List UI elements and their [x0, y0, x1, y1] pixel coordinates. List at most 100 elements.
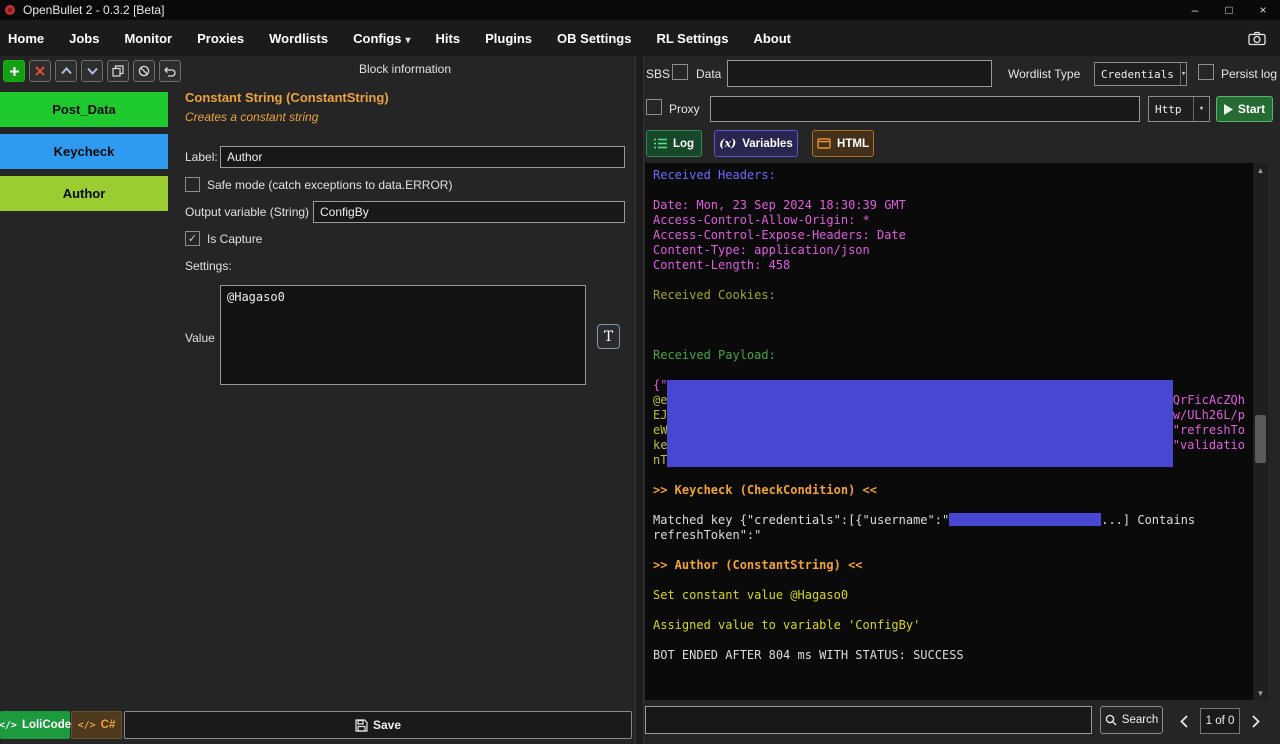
play-icon	[1224, 104, 1233, 115]
debug-log: Received Headers: Date: Mon, 23 Sep 2024…	[645, 163, 1253, 700]
log-scrollbar[interactable]: ▲ ▼	[1253, 163, 1268, 700]
output-variable-caption: Output variable (String)	[185, 205, 309, 219]
minimize-button[interactable]: –	[1178, 0, 1212, 20]
log-tab-button[interactable]: Log	[646, 130, 702, 157]
proxy-type-value: Http	[1149, 103, 1193, 116]
menu-item-rl-settings[interactable]: RL Settings	[656, 31, 728, 46]
is-capture-checkbox[interactable]: ✓	[185, 231, 200, 246]
wordlist-type-dropdown[interactable]: Credentials ▾	[1094, 62, 1187, 86]
debugger-panel: SBS Data Wordlist Type Credentials ▾ Per…	[644, 56, 1280, 744]
log-line: Received Cookies:	[653, 288, 1245, 303]
save-button[interactable]: Save	[124, 711, 632, 739]
match-counter: 1 of 0	[1200, 708, 1240, 734]
log-line	[653, 633, 1245, 648]
stacker-panel: Block information Post_DataKeycheckAutho…	[0, 56, 635, 744]
log-line: >> Author (ConstantString) <<	[653, 558, 1245, 573]
log-line	[653, 603, 1245, 618]
lolicode-button[interactable]: </> LoliCode	[0, 711, 70, 739]
proxy-input[interactable]	[710, 96, 1140, 122]
block-item-author[interactable]: Author	[0, 176, 168, 211]
maximize-button[interactable]: □	[1212, 0, 1246, 20]
start-label: Start	[1238, 102, 1265, 116]
block-item-keycheck[interactable]: Keycheck	[0, 134, 168, 169]
code-icon: </>	[0, 720, 17, 731]
log-line	[653, 573, 1245, 588]
stacker-toolbar	[3, 60, 185, 82]
persist-log-label: Persist log	[1221, 67, 1277, 81]
chevron-down-icon: ▾	[406, 35, 411, 46]
menu-item-proxies[interactable]: Proxies	[197, 31, 244, 46]
add-block-button[interactable]	[3, 60, 25, 82]
browser-window-icon	[817, 138, 831, 149]
text-mode-button[interactable]: T	[597, 324, 620, 349]
block-item-post_data[interactable]: Post_Data	[0, 92, 168, 127]
sbs-label: SBS	[646, 67, 670, 81]
screenshot-camera-icon[interactable]	[1246, 28, 1268, 48]
log-line	[653, 543, 1245, 558]
clone-block-icon[interactable]	[107, 60, 129, 82]
value-caption: Value	[185, 331, 215, 345]
output-variable-input[interactable]	[313, 201, 625, 223]
persist-log-checkbox[interactable]	[1198, 64, 1214, 80]
csharp-button[interactable]: </> C#	[71, 711, 122, 739]
close-button[interactable]: ×	[1246, 0, 1280, 20]
block-type-description: Creates a constant string	[185, 110, 318, 124]
variables-tab-button[interactable]: (x) Variables	[714, 130, 798, 157]
panel-splitter[interactable]	[635, 56, 644, 744]
scroll-up-icon[interactable]: ▲	[1253, 163, 1268, 177]
label-input[interactable]	[220, 146, 625, 168]
menu-items: Home Jobs Monitor Proxies Wordlists Configs▾ H…	[0, 31, 791, 46]
undo-icon[interactable]	[159, 60, 181, 82]
data-input[interactable]	[727, 60, 992, 87]
log-line	[653, 498, 1245, 513]
value-textarea[interactable]: @Hagaso0	[220, 285, 586, 385]
menu-item-configs[interactable]: Configs▾	[353, 31, 410, 46]
delete-block-button[interactable]	[29, 60, 51, 82]
start-button[interactable]: Start	[1216, 96, 1273, 122]
log-line: Received Headers:	[653, 168, 1245, 183]
chevron-left-icon	[1180, 715, 1188, 728]
sbs-checkbox[interactable]	[672, 64, 688, 80]
chevron-down-icon: ▾	[1193, 97, 1209, 121]
menu-item-home[interactable]: Home	[8, 31, 44, 46]
previous-match-button[interactable]	[1172, 708, 1196, 734]
move-down-icon[interactable]	[81, 60, 103, 82]
disable-block-icon[interactable]	[133, 60, 155, 82]
menu-item-hits[interactable]: Hits	[436, 31, 461, 46]
menu-item-ob-settings[interactable]: OB Settings	[557, 31, 631, 46]
openbullet-window: OpenBullet 2 - 0.3.2 [Beta] – □ × HomeJo…	[0, 0, 1280, 744]
scrollbar-thumb[interactable]	[1255, 415, 1266, 463]
chevron-down-icon: ▾	[1180, 63, 1186, 85]
menu-item-wordlists[interactable]: Wordlists	[269, 31, 328, 46]
log-line: Content-Type: application/json	[653, 243, 1245, 258]
log-line	[653, 363, 1245, 378]
log-line: >> Keycheck (CheckCondition) <<	[653, 483, 1245, 498]
log-line: refreshToken":"	[653, 528, 1245, 543]
safe-mode-checkbox[interactable]	[185, 177, 200, 192]
variables-icon: (x)	[719, 137, 736, 150]
log-line	[653, 273, 1245, 288]
next-match-button[interactable]	[1244, 708, 1268, 734]
log-line: Date: Mon, 23 Sep 2024 18:30:39 GMT	[653, 198, 1245, 213]
log-line	[653, 303, 1245, 318]
wordlist-type-label: Wordlist Type	[1008, 67, 1080, 81]
html-tab-button[interactable]: HTML	[812, 130, 874, 157]
menu-item-jobs[interactable]: Jobs	[69, 31, 99, 46]
wordlist-type-value: Credentials	[1095, 68, 1180, 81]
menu-item-monitor[interactable]: Monitor	[124, 31, 172, 46]
proxy-checkbox[interactable]	[646, 99, 662, 115]
log-search-input[interactable]	[645, 706, 1092, 734]
chevron-right-icon	[1252, 715, 1260, 728]
proxy-label: Proxy	[669, 102, 700, 116]
menu-item-plugins[interactable]: Plugins	[485, 31, 532, 46]
scroll-down-icon[interactable]: ▼	[1253, 686, 1268, 700]
move-up-icon[interactable]	[55, 60, 77, 82]
list-icon	[654, 138, 667, 149]
log-line: Assigned value to variable 'ConfigBy'	[653, 618, 1245, 633]
proxy-type-dropdown[interactable]: Http ▾	[1148, 96, 1210, 122]
csharp-label: C#	[101, 719, 116, 731]
log-line	[653, 333, 1245, 348]
search-icon	[1105, 714, 1117, 726]
search-button[interactable]: Search	[1100, 706, 1163, 734]
menu-item-about[interactable]: About	[753, 31, 791, 46]
